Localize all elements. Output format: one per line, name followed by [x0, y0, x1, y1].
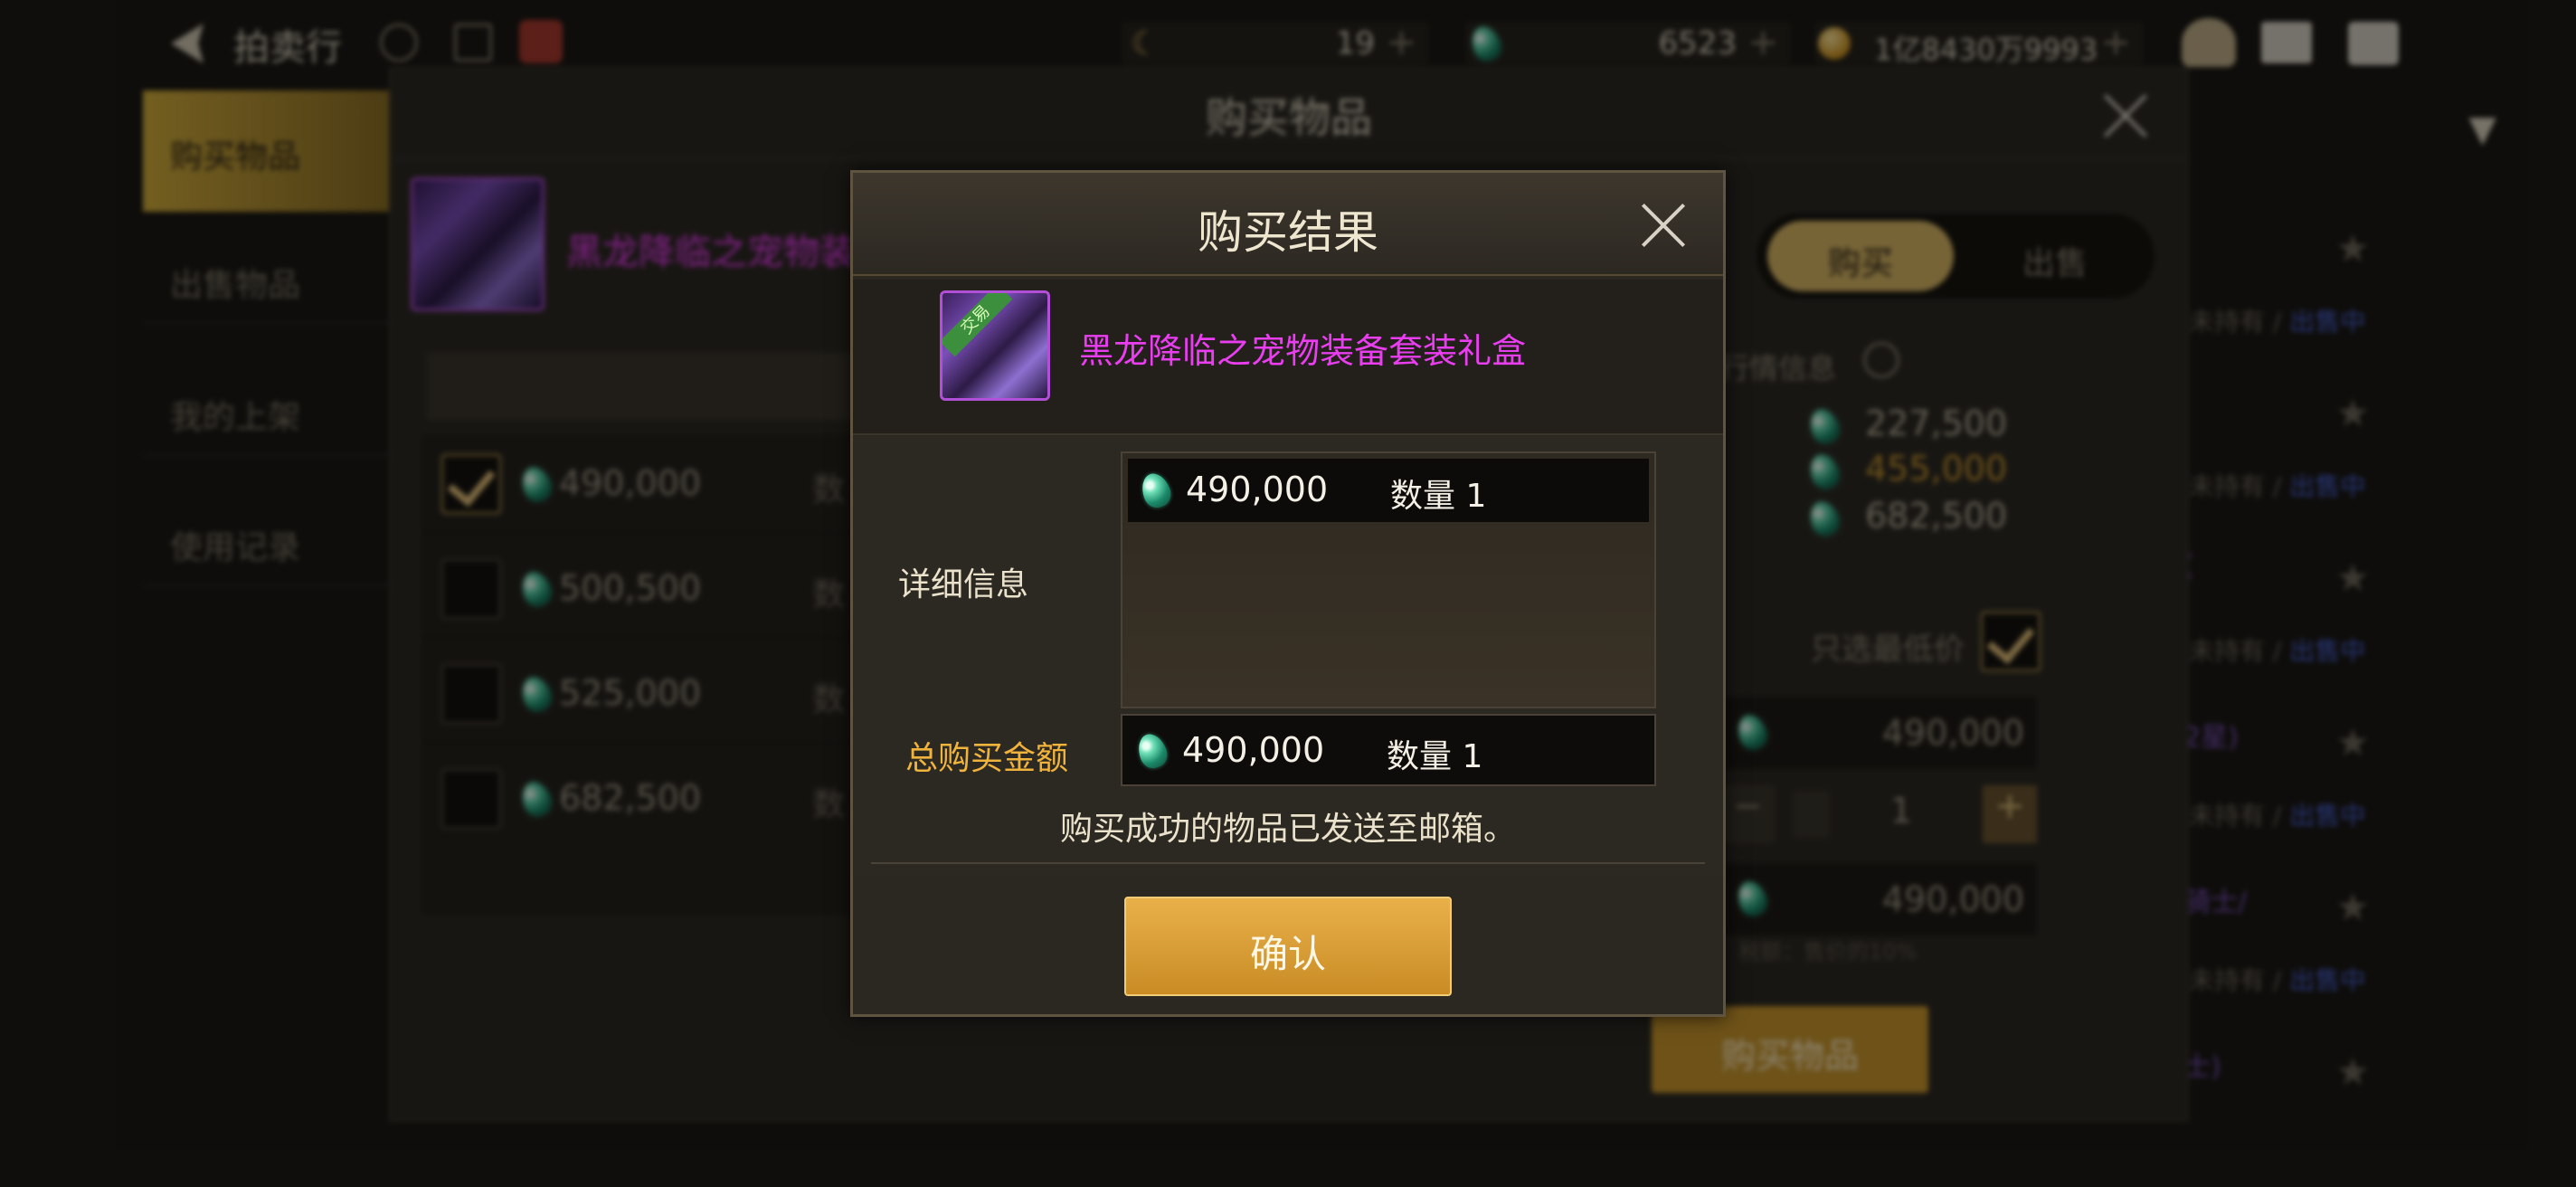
total-qty: 数量 1: [1387, 738, 1483, 775]
item-name: 黑龙降临之宠物装备套装礼盒: [1079, 331, 1527, 371]
confirm-button-label: 确认: [1249, 932, 1326, 976]
detail-price: 490,000: [1186, 470, 1329, 509]
gem-icon: [1133, 730, 1171, 772]
mail-notice: 购买成功的物品已发送至邮箱。: [1059, 811, 1516, 848]
detail-line: 490,000 数量 1: [1128, 459, 1649, 522]
total-box: 490,000 数量 1: [1121, 714, 1656, 786]
detail-box: 490,000 数量 1: [1121, 451, 1656, 708]
dialog-title: 购买结果: [1198, 206, 1378, 259]
purchase-result-dialog: 购买结果 交易 黑龙降临之宠物装备套装礼盒 详细信息 490,000 数量 1 …: [850, 170, 1726, 1017]
detail-qty: 数量 1: [1390, 478, 1487, 515]
total-price: 490,000: [1182, 730, 1325, 770]
gem-icon: [1137, 470, 1175, 511]
total-label: 总购买金额: [905, 740, 1069, 777]
close-icon[interactable]: [1638, 200, 1689, 251]
detail-label: 详细信息: [898, 566, 1029, 603]
tradable-tag: 交易: [942, 293, 1013, 357]
item-thumbnail: 交易: [940, 290, 1050, 401]
dialog-body: 详细信息 490,000 数量 1 总购买金额 490,000 数量 1 购买成…: [853, 437, 1723, 877]
dialog-header: 购买结果: [853, 173, 1723, 276]
item-row: 交易 黑龙降临之宠物装备套装礼盒: [853, 280, 1723, 435]
divider: [871, 862, 1705, 864]
confirm-button[interactable]: 确认: [1124, 897, 1452, 996]
